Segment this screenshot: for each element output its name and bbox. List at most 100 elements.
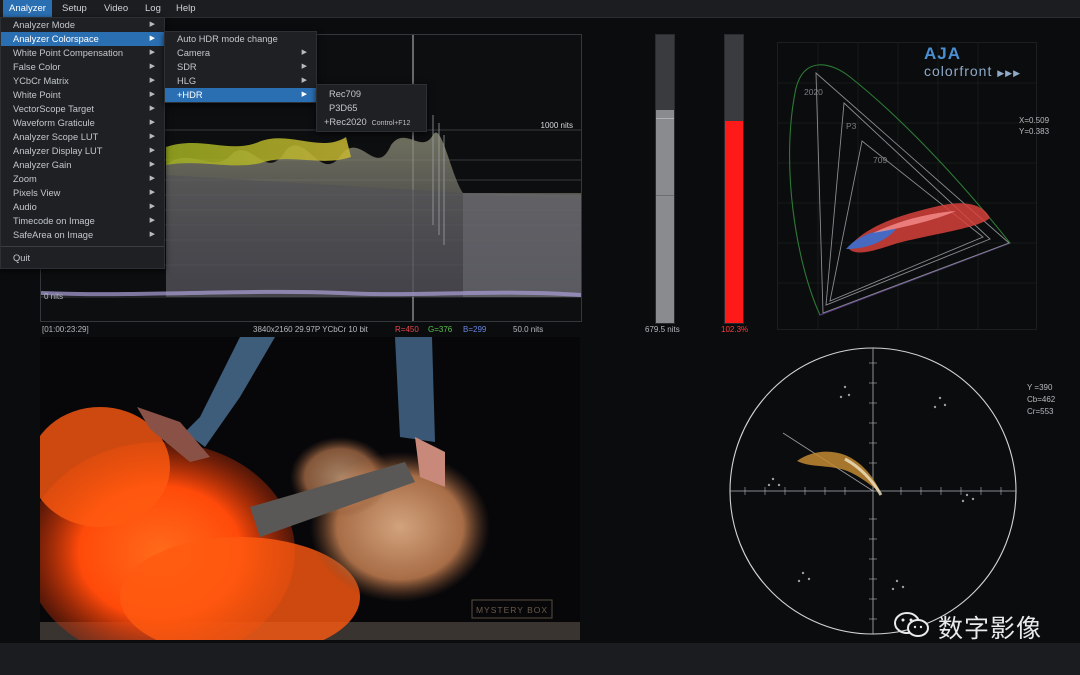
menu-item-analyzer-display-lut[interactable]: Analyzer Display LUT ▶ [1,144,164,158]
menu-item-label: Analyzer Gain [13,160,72,170]
menu-item-label: Analyzer Display LUT [13,146,103,156]
menu-item-vectorscope-target[interactable]: VectorScope Target ▶ [1,102,164,116]
cie-gamut-label-p3: P3 [846,121,857,131]
menu-item-audio[interactable]: Audio ▶ [1,200,164,214]
menu-help[interactable]: Help [170,0,202,17]
red-readout: R=450 [395,325,419,334]
menu-separator [1,246,164,247]
menu-item-zoom[interactable]: Zoom ▶ [1,172,164,186]
vectorscope-cb: Cb=462 [1027,395,1056,404]
menu-item-white-point[interactable]: White Point ▶ [1,88,164,102]
menu-item-hlg[interactable]: HLG ▶ [165,74,316,88]
menu-item-analyzer-colorspace[interactable]: Analyzer Colorspace ▶ [1,32,164,46]
luminance-meter-fill [656,109,674,323]
colorspace-submenu: Auto HDR mode change Camera ▶ SDR ▶ HLG ▶ +… [164,31,317,103]
blue-readout: B=299 [463,325,487,334]
chevron-right-icon: ▶ [149,133,155,140]
menu-item-label: Camera [177,48,211,58]
status-strip [0,643,1080,675]
menu-item-waveform-graticule[interactable]: Waveform Graticule ▶ [1,116,164,130]
chevron-right-icon: ▶ [149,49,155,56]
menu-item-label: Timecode on Image [13,216,95,226]
colorfront-logo-text: colorfront [924,63,993,79]
menu-item-p3d65[interactable]: P3D65 [317,101,426,115]
vectorscope [725,343,1021,639]
menu-item-label: P3D65 [329,103,358,113]
chevron-right-icon: ▶ [149,91,155,98]
video-frame: MYSTERY BOX [40,337,580,640]
chevron-right-icon: ▶ [149,77,155,84]
menu-item-ycbcr-matrix[interactable]: YCbCr Matrix ▶ [1,74,164,88]
menu-log[interactable]: Log [139,0,167,17]
chevron-right-icon: ▶ [149,231,155,238]
aja-logo: AJA [924,44,962,63]
menu-item-label: Auto HDR mode change [177,34,278,44]
video-image: MYSTERY BOX [40,337,580,640]
menu-item-false-color[interactable]: False Color ▶ [1,60,164,74]
chevron-right-icon: ▶ [301,77,307,84]
menu-item-timecode-on-image[interactable]: Timecode on Image ▶ [1,214,164,228]
menu-setup[interactable]: Setup [56,0,93,17]
waveform-bottom-label: 0 nits [44,292,64,301]
menu-item-label: Audio [13,202,37,212]
menu-video[interactable]: Video [98,0,134,17]
menu-item-label: SafeArea on Image [13,230,94,240]
menu-item-label: White Point Compensation [13,48,124,58]
menu-item-label: False Color [13,62,61,72]
wechat-icon [893,610,931,640]
level-meter-fill [725,121,743,323]
level-meter-label: 102.3% [721,325,749,334]
menu-item-camera[interactable]: Camera ▶ [165,46,316,60]
menu-item-label: +HDR [177,90,203,100]
chevron-right-icon: ▶ [149,203,155,210]
vectorscope-cr: Cr=553 [1027,407,1054,416]
analyzer-menu: Analyzer Mode ▶ Analyzer Colorspace ▶ Whit… [0,17,165,269]
cie-diagram-panel: 2020 P3 709 AJA colorfront ▶▶▶ [777,42,1037,330]
chevron-right-icon: ▶ [301,63,307,70]
menu-item-quit[interactable]: Quit [1,251,164,265]
timecode: [01:00:23:29] [42,325,89,334]
mystery-box-caption: MYSTERY BOX [476,605,548,615]
chevron-right-icon: ▶ [301,91,307,98]
menu-item-label: White Point [13,90,61,100]
menu-item-white-point-compensation[interactable]: White Point Compensation ▶ [1,46,164,60]
menu-item-analyzer-gain[interactable]: Analyzer Gain ▶ [1,158,164,172]
cie-gamut-label-709: 709 [873,155,887,165]
menu-item-analyzer-scope-lut[interactable]: Analyzer Scope LUT ▶ [1,130,164,144]
menu-item-hdr[interactable]: +HDR ▶ [165,88,316,102]
menu-item-analyzer-mode[interactable]: Analyzer Mode ▶ [1,18,164,32]
cie-x-readout: X=0.509 [1019,116,1050,125]
chevron-right-icon: ▶ [149,105,155,112]
chevron-right-icon: ▶ [149,147,155,154]
chevron-right-icon: ▶ [301,49,307,56]
menu-item-rec2020[interactable]: +Rec2020 Control+F12 [317,115,426,129]
chevron-right-icon: ▶ [149,21,155,28]
menu-item-label: Rec709 [329,89,362,99]
chevron-right-icon: ▶ [149,63,155,70]
menu-analyzer[interactable]: Analyzer [3,0,52,17]
menu-item-shortcut: Control+F12 [371,120,411,127]
hdr-submenu: Rec709 P3D65 +Rec2020 Control+F12 [316,84,427,132]
menu-item-label: +Rec2020 [324,117,367,127]
menu-item-label: Pixels View [13,188,61,198]
menu-item-rec709[interactable]: Rec709 [317,87,426,101]
cie-diagram: 2020 P3 709 [778,43,1036,329]
menu-item-label: Waveform Graticule [13,118,95,128]
menu-item-label: Analyzer Colorspace [13,34,99,44]
menu-item-label: Analyzer Scope LUT [13,132,99,142]
chevron-right-icon: ▶ [149,35,155,42]
menu-item-label: Zoom [13,174,37,184]
chevron-right-icon: ▶ [149,217,155,224]
menu-item-pixels-view[interactable]: Pixels View ▶ [1,186,164,200]
format-readout: 3840x2160 29.97P YCbCr 10 bit [253,325,368,334]
chevron-right-icon: ▶ [149,119,155,126]
menu-bar: Analyzer Setup Video Log Help [0,0,1080,18]
menu-item-auto-hdr-mode-change[interactable]: Auto HDR mode change [165,32,316,46]
menu-item-sdr[interactable]: SDR ▶ [165,60,316,74]
menu-item-label: VectorScope Target [13,104,94,114]
menu-item-safearea-on-image[interactable]: SafeArea on Image ▶ [1,228,164,242]
colorfront-logo: colorfront ▶▶▶ [924,63,1021,79]
chevron-right-icon: ▶ [149,189,155,196]
chevron-right-icon: ▶ [149,161,155,168]
menu-item-label: YCbCr Matrix [13,76,69,86]
